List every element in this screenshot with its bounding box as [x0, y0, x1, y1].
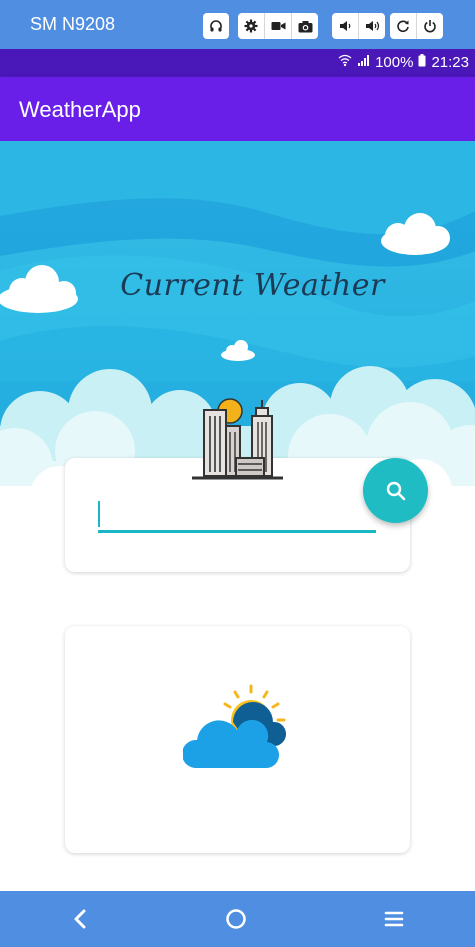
current-weather-heading: Current Weather — [120, 268, 385, 303]
search-icon — [386, 481, 405, 500]
volume-down-icon[interactable] — [332, 13, 358, 39]
back-button[interactable] — [60, 901, 100, 937]
audio-button-group — [203, 13, 229, 39]
search-input-underline — [98, 530, 376, 533]
text-caret — [98, 501, 100, 527]
app-bar: WeatherApp — [0, 77, 475, 141]
app-title: WeatherApp — [19, 97, 141, 122]
search-button[interactable] — [363, 458, 428, 523]
video-camera-icon[interactable] — [264, 13, 291, 39]
device-name: SM N9208 — [30, 14, 116, 34]
volume-up-icon[interactable] — [358, 13, 385, 39]
partly-cloudy-icon — [183, 684, 287, 769]
clock: 21:23 — [431, 54, 469, 71]
back-icon — [74, 909, 86, 929]
emulator-toolbar: SM N9208 — [0, 0, 475, 49]
menu-button[interactable] — [374, 901, 414, 937]
signal-icon — [357, 54, 370, 71]
headphones-icon[interactable] — [203, 13, 229, 39]
home-button[interactable] — [216, 901, 256, 937]
city-search-input[interactable] — [98, 500, 380, 530]
volume-button-group — [332, 13, 385, 39]
power-icon[interactable] — [416, 13, 443, 39]
wifi-icon — [338, 54, 352, 71]
home-icon — [226, 909, 246, 929]
gear-icon[interactable] — [238, 13, 264, 39]
status-bar: 100% 21:23 — [0, 49, 475, 77]
status-indicators: 100% 21:23 — [338, 54, 469, 71]
navigation-bar — [0, 891, 475, 947]
capture-button-group — [238, 13, 318, 39]
camera-icon[interactable] — [291, 13, 318, 39]
battery-percent: 100% — [375, 54, 414, 71]
rotate-icon[interactable] — [390, 13, 416, 39]
battery-icon — [418, 54, 426, 71]
menu-icon — [384, 911, 404, 927]
system-button-group — [390, 13, 443, 39]
city-skyline-icon — [192, 398, 283, 480]
weather-result-card — [65, 626, 410, 853]
